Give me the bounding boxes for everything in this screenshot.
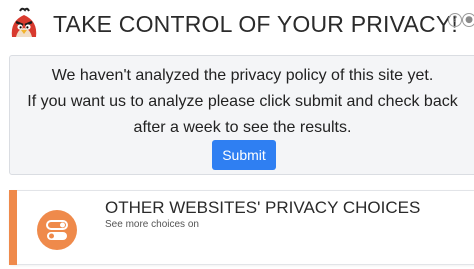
header: TAKE CONTROL OF YOUR PRIVACY! ? ● bbox=[0, 0, 474, 46]
choices-subtitle: See more choices on bbox=[105, 219, 199, 230]
info-line-2: If you want us to analyze please click s… bbox=[27, 93, 458, 110]
card-accent-bar bbox=[9, 190, 17, 265]
submit-button[interactable]: Submit bbox=[212, 140, 276, 170]
toggle-icon bbox=[37, 210, 77, 250]
info-line-1: We haven't analyzed the privacy policy o… bbox=[51, 67, 434, 84]
not-analyzed-panel: We haven't analyzed the privacy policy o… bbox=[9, 55, 474, 175]
info-line-3: after a week to see the results. bbox=[133, 119, 352, 136]
help-icon[interactable]: ? bbox=[448, 13, 462, 27]
choices-title: OTHER WEBSITES' PRIVACY CHOICES bbox=[105, 198, 421, 217]
chat-icon[interactable]: ● bbox=[462, 13, 474, 27]
other-websites-choices-card[interactable]: OTHER WEBSITES' PRIVACY CHOICES See more… bbox=[9, 190, 474, 265]
page-title: TAKE CONTROL OF YOUR PRIVACY! bbox=[53, 11, 458, 37]
angry-bird-logo-icon bbox=[11, 7, 37, 37]
